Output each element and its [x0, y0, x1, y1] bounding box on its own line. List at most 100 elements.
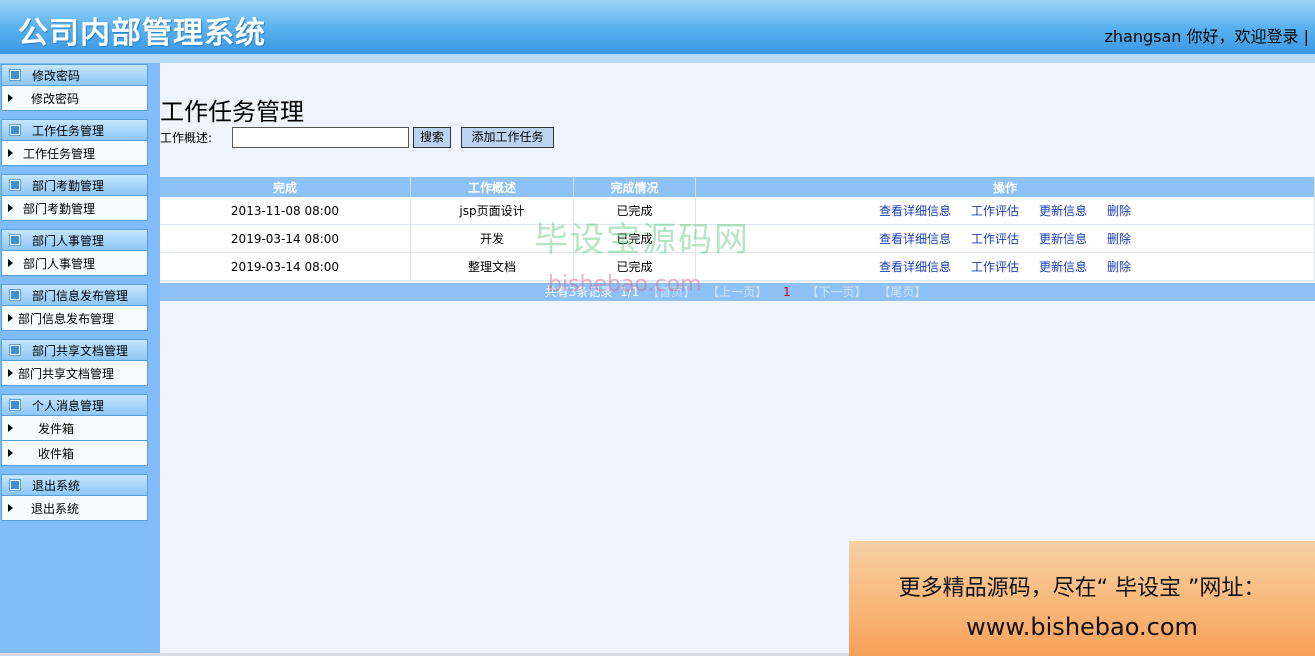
- menu-item-label: 部门考勤管理: [23, 202, 96, 216]
- menu-item-info-publish[interactable]: 部门信息发布管理: [1, 306, 148, 331]
- delete-link[interactable]: 删除: [1107, 232, 1131, 246]
- menu-head-shared-docs[interactable]: 部门共享文档管理: [1, 339, 148, 361]
- menu-group-info-publish: 部门信息发布管理 部门信息发布管理: [1, 284, 148, 331]
- update-link[interactable]: 更新信息: [1039, 232, 1087, 246]
- menu-item-label: 退出系统: [31, 502, 80, 516]
- table-header-row: 完成 工作概述 完成情况 操作: [160, 177, 1315, 197]
- cell-status: 已完成: [573, 224, 696, 253]
- menu-square-icon: [10, 480, 20, 490]
- delete-link[interactable]: 删除: [1107, 260, 1131, 274]
- menu-group-attendance: 部门考勤管理 部门考勤管理: [1, 174, 148, 221]
- menu-head-change-password[interactable]: 修改密码: [1, 64, 148, 86]
- evaluate-link[interactable]: 工作评估: [971, 204, 1019, 218]
- menu-group-logout: 退出系统 退出系统: [1, 474, 148, 521]
- menu-head-logout[interactable]: 退出系统: [1, 474, 148, 496]
- add-task-button[interactable]: 添加工作任务: [461, 127, 554, 148]
- menu-square-icon: [10, 125, 20, 135]
- cell-summary: 整理文档: [410, 252, 574, 281]
- menu-item-change-password[interactable]: 修改密码: [1, 86, 148, 111]
- arrow-right-icon: [8, 369, 13, 377]
- delete-link[interactable]: 删除: [1107, 204, 1131, 218]
- menu-head-label: 部门人事管理: [32, 234, 105, 248]
- app-title: 公司内部管理系统: [18, 16, 266, 51]
- ad-text: 更多精品源码，尽在“ 毕设宝 ”网址：: [898, 576, 1266, 601]
- pager-last[interactable]: 【尾页】: [878, 285, 926, 299]
- menu-square-icon: [10, 290, 20, 300]
- menu-group-change-password: 修改密码 修改密码: [1, 64, 148, 111]
- arrow-right-icon: [8, 504, 13, 512]
- menu-square-icon: [10, 70, 20, 80]
- cell-time: 2019-03-14 08:00: [160, 252, 411, 281]
- menu-item-personnel[interactable]: 部门人事管理: [1, 251, 148, 276]
- pager-first[interactable]: 【首页】: [647, 285, 695, 299]
- cell-summary: 开发: [410, 224, 574, 253]
- menu-item-label: 修改密码: [31, 92, 80, 106]
- menu-item-task[interactable]: 工作任务管理: [1, 141, 148, 166]
- menu-head-messages[interactable]: 个人消息管理: [1, 394, 148, 416]
- menu-head-personnel[interactable]: 部门人事管理: [1, 229, 148, 251]
- menu-head-task[interactable]: 工作任务管理: [1, 119, 148, 141]
- evaluate-link[interactable]: 工作评估: [971, 232, 1019, 246]
- table-row: 2013-11-08 08:00 jsp页面设计 已完成 查看详细信息 工作评估 更…: [160, 197, 1315, 225]
- menu-square-icon: [10, 400, 20, 410]
- menu-item-shared-docs[interactable]: 部门共享文档管理: [1, 361, 148, 386]
- ad-banner[interactable]: 更多精品源码，尽在“ 毕设宝 ”网址： www.bishebao.com: [849, 541, 1315, 656]
- user-greeting: zhangsan 你好，欢迎登录 |: [1104, 27, 1310, 46]
- col-header-summary[interactable]: 工作概述: [410, 177, 574, 197]
- menu-head-label: 工作任务管理: [32, 124, 105, 138]
- arrow-right-icon: [8, 149, 13, 157]
- menu-head-info-publish[interactable]: 部门信息发布管理: [1, 284, 148, 306]
- cell-status: 已完成: [573, 197, 696, 225]
- cell-time: 2019-03-14 08:00: [160, 224, 411, 253]
- col-header-status[interactable]: 完成情况: [573, 177, 696, 197]
- menu-square-icon: [10, 180, 20, 190]
- menu-head-label: 修改密码: [32, 69, 81, 83]
- arrow-right-icon: [8, 204, 13, 212]
- header: 公司内部管理系统 zhangsan 你好，欢迎登录 |: [0, 0, 1315, 54]
- update-link[interactable]: 更新信息: [1039, 204, 1087, 218]
- cell-actions: 查看详细信息 工作评估 更新信息 删除: [695, 197, 1315, 225]
- arrow-right-icon: [8, 94, 13, 102]
- menu-item-inbox[interactable]: 收件箱: [1, 441, 148, 466]
- menu-item-attendance[interactable]: 部门考勤管理: [1, 196, 148, 221]
- menu-square-icon: [10, 235, 20, 245]
- menu-group-personnel: 部门人事管理 部门人事管理: [1, 229, 148, 276]
- evaluate-link[interactable]: 工作评估: [971, 260, 1019, 274]
- menu-head-label: 部门信息发布管理: [32, 289, 129, 303]
- pager-current[interactable]: 1: [783, 285, 791, 299]
- cell-time: 2013-11-08 08:00: [160, 197, 411, 225]
- arrow-right-icon: [8, 449, 13, 457]
- menu-head-label: 部门考勤管理: [32, 179, 105, 193]
- cell-summary: jsp页面设计: [410, 197, 574, 225]
- menu-group-shared-docs: 部门共享文档管理 部门共享文档管理: [1, 339, 148, 386]
- search-button[interactable]: 搜索: [413, 127, 451, 148]
- menu-head-label: 退出系统: [32, 479, 81, 493]
- menu-item-outbox[interactable]: 发件箱: [1, 416, 148, 441]
- cell-actions: 查看详细信息 工作评估 更新信息 删除: [695, 224, 1315, 253]
- cell-actions: 查看详细信息 工作评估 更新信息 删除: [695, 252, 1315, 281]
- table-row: 2019-03-14 08:00 开发 已完成 查看详细信息 工作评估 更新信息 删除: [160, 224, 1315, 253]
- menu-item-label: 发件箱: [38, 422, 75, 436]
- arrow-right-icon: [8, 314, 13, 322]
- view-detail-link[interactable]: 查看详细信息: [879, 232, 951, 246]
- view-detail-link[interactable]: 查看详细信息: [879, 204, 951, 218]
- view-detail-link[interactable]: 查看详细信息: [879, 260, 951, 274]
- pager-prev[interactable]: 【上一页】: [707, 285, 767, 299]
- menu-square-icon: [10, 345, 20, 355]
- pager-next[interactable]: 【下一页】: [806, 285, 866, 299]
- task-table: 完成 工作概述 完成情况 操作 2013-11-08 08:00 jsp页面设计…: [160, 177, 1315, 281]
- menu-head-label: 部门共享文档管理: [32, 344, 129, 358]
- search-input[interactable]: [232, 127, 409, 148]
- arrow-right-icon: [8, 259, 13, 267]
- update-link[interactable]: 更新信息: [1039, 260, 1087, 274]
- col-header-time[interactable]: 完成: [160, 177, 411, 197]
- pager-page: 1/1: [620, 285, 640, 299]
- menu-item-logout[interactable]: 退出系统: [1, 496, 148, 521]
- pager-summary: 共有3条记录: [544, 285, 613, 299]
- cell-status: 已完成: [573, 252, 696, 281]
- menu-item-label: 部门共享文档管理: [18, 367, 115, 381]
- menu-item-label: 工作任务管理: [23, 147, 96, 161]
- menu-group-task: 工作任务管理 工作任务管理: [1, 119, 148, 166]
- menu-head-attendance[interactable]: 部门考勤管理: [1, 174, 148, 196]
- menu-item-label: 收件箱: [38, 447, 75, 461]
